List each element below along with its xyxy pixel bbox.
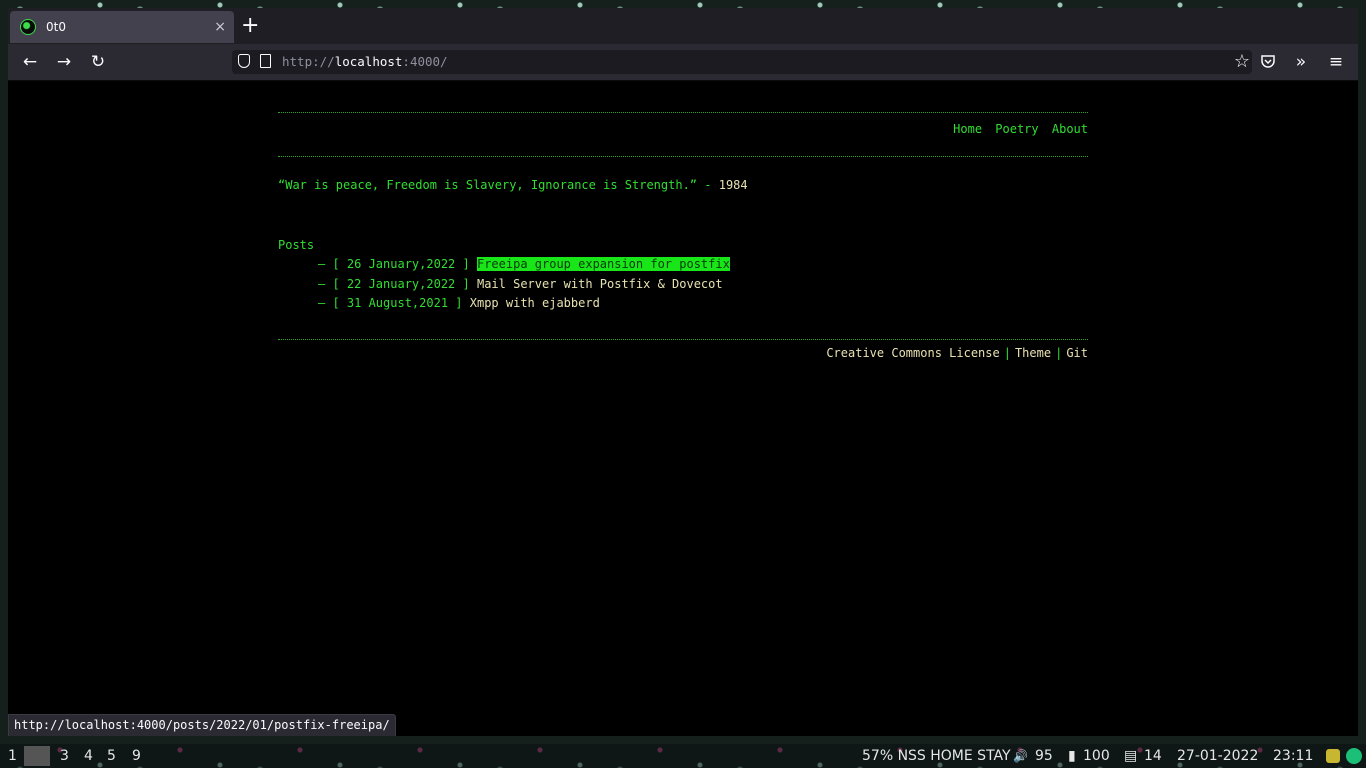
creative-commons-license-link[interactable]: Creative Commons License <box>826 346 999 360</box>
bookmark-star-icon[interactable]: ☆ <box>1234 50 1250 74</box>
window-manager-bar: 1 3 4 5 9 57% NSS HOME STAY 🔊 95 ▮ 100 ▤… <box>0 744 1366 768</box>
post-list-item: – [ 31 August,2021 ] Xmpp with ejabberd <box>318 296 600 310</box>
workspace-3[interactable]: 3 <box>60 744 69 768</box>
pocket-icon[interactable] <box>1260 55 1276 69</box>
close-tab-icon[interactable]: × <box>214 19 226 35</box>
new-tab-button[interactable]: + <box>241 14 259 38</box>
hamburger-menu-icon[interactable]: ≡ <box>1324 50 1348 74</box>
tracking-protection-shield-icon[interactable] <box>238 54 250 68</box>
battery-icon: ▮ <box>1068 748 1076 764</box>
disk-usage: 14 <box>1144 748 1162 764</box>
git-link[interactable]: Git <box>1066 346 1088 360</box>
theme-link[interactable]: Theme <box>1015 346 1051 360</box>
post-title-link[interactable]: Freeipa group expansion for postfix <box>476 257 730 271</box>
page-content: Home Poetry About “War is peace, Freedom… <box>8 81 1358 736</box>
nav-poetry-link[interactable]: Poetry <box>995 122 1038 136</box>
url-bar[interactable]: http://localhost:4000/ ☆ <box>232 50 1252 74</box>
overflow-menu-icon[interactable]: » <box>1289 50 1313 74</box>
post-title-link[interactable]: Xmpp with ejabberd <box>470 296 600 310</box>
footer-separator: | <box>1003 346 1011 360</box>
link-status-preview: http://localhost:4000/posts/2022/01/post… <box>8 714 396 736</box>
workspace-5[interactable]: 5 <box>107 744 116 768</box>
post-date: 22 January,2022 <box>346 277 456 291</box>
date: 27-01-2022 <box>1177 748 1259 764</box>
volume-level: 95 <box>1035 748 1053 764</box>
back-button[interactable]: ← <box>18 50 42 74</box>
active-workspace-indicator[interactable] <box>24 746 50 766</box>
navigation-toolbar: ← → ↻ http://localhost:4000/ ☆ » ≡ <box>8 44 1358 81</box>
network-status: 57% NSS HOME STAY <box>862 748 1011 764</box>
quote-source: 1984 <box>718 178 748 192</box>
post-list-item: – [ 22 January,2022 ] Mail Server with P… <box>318 277 723 291</box>
url-scheme: http:// <box>282 54 335 69</box>
tab-0t0[interactable]: 0t0 × <box>10 11 234 43</box>
quote-text: “War is peace, Freedom is Slavery, Ignor… <box>278 178 712 192</box>
workspace-9[interactable]: 9 <box>132 744 141 768</box>
nav-home-link[interactable]: Home <box>953 122 982 136</box>
site-footer: Creative Commons License | Theme | Git <box>278 346 1088 360</box>
epigraph-quote: “War is peace, Freedom is Slavery, Ignor… <box>278 178 1088 192</box>
browser-window: 0t0 × + ← → ↻ http://localhost:4000/ ☆ »… <box>8 8 1358 736</box>
footer-separator: | <box>1055 346 1063 360</box>
tray-app-icon[interactable] <box>1326 749 1340 763</box>
tab-title: 0t0 <box>46 20 66 34</box>
site-favicon-icon <box>20 19 36 35</box>
url-text[interactable]: http://localhost:4000/ <box>282 54 448 69</box>
clock: 23:11 <box>1273 748 1314 764</box>
volume-icon: 🔊 <box>1013 749 1028 763</box>
divider-footer <box>278 339 1088 340</box>
disk-icon: ▤ <box>1124 748 1138 764</box>
post-date: 26 January,2022 <box>346 257 456 271</box>
post-title-link[interactable]: Mail Server with Postfix & Dovecot <box>477 277 723 291</box>
url-rest: :4000/ <box>402 54 448 69</box>
divider-top <box>278 112 1088 113</box>
site-nav: Home Poetry About <box>278 122 1088 136</box>
nav-about-link[interactable]: About <box>1052 122 1088 136</box>
reload-button[interactable]: ↻ <box>86 50 110 74</box>
post-list-item: – [ 26 January,2022 ] Freeipa group expa… <box>318 257 730 271</box>
url-host: localhost <box>334 54 403 69</box>
workspace-1[interactable]: 1 <box>8 744 17 768</box>
tray-sync-icon[interactable] <box>1346 748 1362 764</box>
workspace-4[interactable]: 4 <box>84 744 93 768</box>
battery-level: 100 <box>1083 748 1110 764</box>
tab-strip: 0t0 × + <box>8 8 1358 44</box>
posts-heading: Posts <box>278 238 315 252</box>
divider-nav <box>278 156 1088 157</box>
post-date: 31 August,2021 <box>346 296 449 310</box>
page-info-icon[interactable] <box>260 54 271 68</box>
forward-button[interactable]: → <box>52 50 76 74</box>
